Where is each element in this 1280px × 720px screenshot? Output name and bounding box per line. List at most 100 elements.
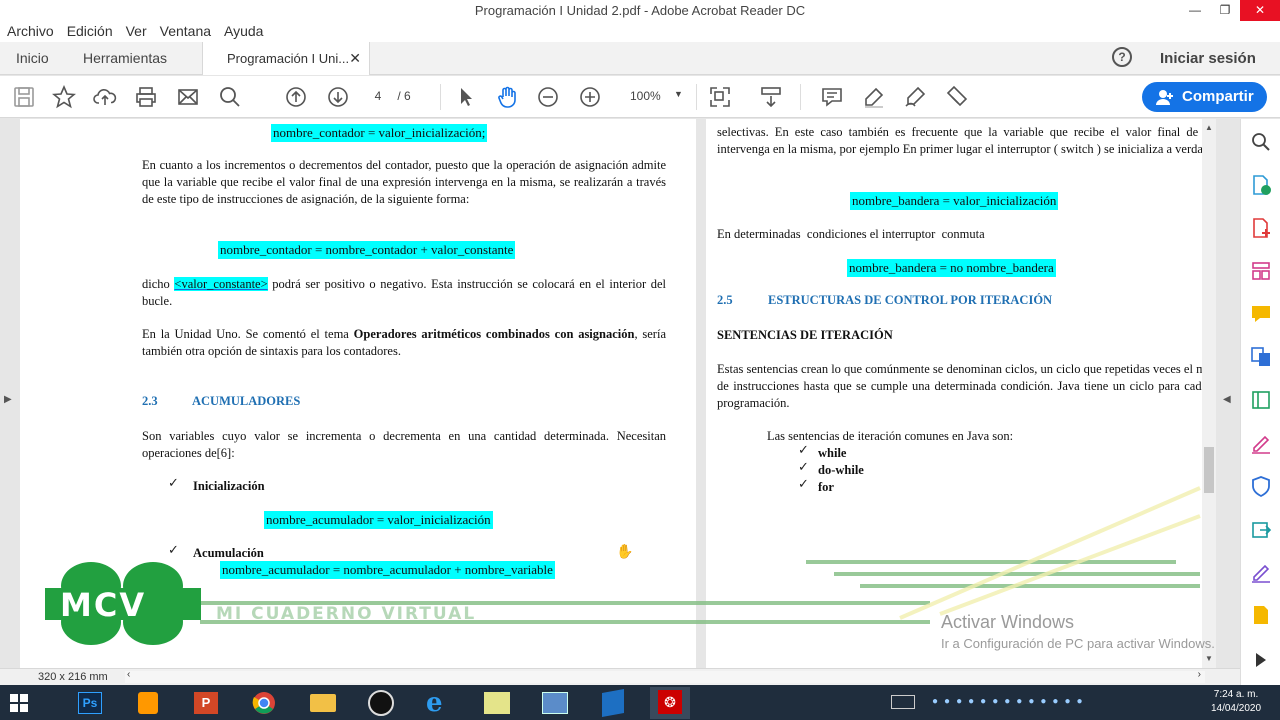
zoom-select[interactable]: 100% ▼ xyxy=(620,89,684,103)
select-cursor-icon[interactable] xyxy=(454,85,478,109)
windows-start-icon[interactable] xyxy=(10,694,28,712)
horizontal-scrollbar[interactable]: ‹ › xyxy=(125,669,1205,683)
file-explorer-icon[interactable] xyxy=(302,688,342,718)
page-up-icon[interactable] xyxy=(284,85,308,109)
tab-document-label: Programación I Uni... xyxy=(227,51,350,66)
upload-cloud-icon[interactable] xyxy=(93,85,117,109)
paragraph: En la Unidad Uno. Se comentó el tema Ope… xyxy=(142,326,666,360)
help-icon[interactable]: ? xyxy=(1112,47,1132,67)
zoom-in-icon[interactable] xyxy=(578,85,602,109)
acrobat-taskbar-icon[interactable]: ❂ xyxy=(650,687,690,719)
zoom-out-icon[interactable] xyxy=(536,85,560,109)
menu-ver[interactable]: Ver xyxy=(119,21,153,39)
list-item: do-while xyxy=(818,463,864,477)
organize-pages-icon[interactable] xyxy=(1250,260,1272,282)
toolbar-divider xyxy=(440,84,441,110)
sign-in-link[interactable]: Iniciar sesión xyxy=(1160,50,1256,67)
protect-shield-icon[interactable] xyxy=(1250,475,1272,497)
page-fit-icon[interactable] xyxy=(708,85,732,109)
menu-edicion[interactable]: Edición xyxy=(60,21,119,39)
share-button[interactable]: Compartir xyxy=(1142,82,1267,112)
email-icon[interactable] xyxy=(176,85,200,109)
bookmark-star-icon[interactable] xyxy=(51,84,77,109)
paragraph: Son variables cuyo valor se incrementa o… xyxy=(142,429,666,460)
save-icon[interactable] xyxy=(12,85,36,109)
taskbar: Ps P e ❂ ●●●●●●●●●●●●● 7:24 a. m. 14/04/… xyxy=(0,685,1280,720)
scroll-mode-icon[interactable] xyxy=(759,85,783,109)
comment-icon[interactable] xyxy=(820,85,844,109)
toolbar: 4 / 6 100% ▼ Compartir xyxy=(0,76,1280,118)
menu-archivo[interactable]: Archivo xyxy=(0,21,60,39)
more-tools-icon[interactable] xyxy=(1250,604,1272,626)
page-down-icon[interactable] xyxy=(326,85,350,109)
create-pdf-icon[interactable] xyxy=(1250,217,1272,239)
scroll-left-icon[interactable]: ‹ xyxy=(127,669,130,680)
menu-ayuda[interactable]: Ayuda xyxy=(217,21,269,39)
fill-sign-tool-icon[interactable] xyxy=(1250,432,1272,454)
powerpoint-icon[interactable]: P xyxy=(186,688,226,718)
hand-tool-icon[interactable] xyxy=(495,85,519,109)
draw-icon[interactable] xyxy=(903,85,927,109)
section-number: 2.5 xyxy=(717,293,733,307)
scroll-right-icon[interactable]: › xyxy=(1198,669,1201,680)
toolbar-divider xyxy=(800,84,801,110)
inline-code: <valor_constante> xyxy=(174,277,268,291)
checkmark-icon: ✓ xyxy=(798,443,809,458)
bold-term: Operadores aritméticos combinados con as… xyxy=(353,327,635,341)
sublime-icon[interactable] xyxy=(128,688,168,718)
search-icon[interactable] xyxy=(218,85,242,109)
tab-home[interactable]: Inicio xyxy=(16,50,49,66)
subheading: SENTENCIAS DE ITERACIÓN xyxy=(717,328,893,342)
paragraph: dicho <valor_constante> podrá ser positi… xyxy=(142,276,666,310)
toolbar-divider xyxy=(696,84,697,110)
paragraph: En cuanto a los incrementos o decremento… xyxy=(142,158,666,206)
fill-sign-icon[interactable] xyxy=(944,85,968,109)
app-round-icon[interactable] xyxy=(360,688,400,718)
menu-ventana[interactable]: Ventana xyxy=(153,21,217,39)
sticky-notes-icon[interactable] xyxy=(476,688,516,718)
paragraph: selectivas. En este caso también es frec… xyxy=(717,125,1202,156)
section-number: 2.3 xyxy=(142,394,158,408)
close-window-button[interactable]: ✕ xyxy=(1240,0,1280,21)
system-tray-icons[interactable]: ●●●●●●●●●●●●● xyxy=(932,696,1089,707)
paragraph-text: dicho xyxy=(142,277,170,291)
tab-document[interactable]: Programación I Uni... ✕ xyxy=(202,42,370,75)
tabs-row: Inicio Herramientas Programación I Uni..… xyxy=(0,42,1280,75)
expand-rail-icon[interactable] xyxy=(1250,649,1272,671)
checkmark-icon: ✓ xyxy=(798,460,809,475)
scroll-up-icon[interactable]: ▲ xyxy=(1205,123,1213,132)
export-pdf-icon[interactable] xyxy=(1250,174,1272,196)
code-line: nombre_contador = valor_inicialización; xyxy=(271,124,488,142)
chevron-down-icon: ▼ xyxy=(674,89,683,99)
activate-windows-subtitle: Ir a Configuración de PC para activar Wi… xyxy=(941,636,1215,651)
clock[interactable]: 7:24 a. m. 14/04/2020 xyxy=(1206,688,1266,716)
comment-tool-icon[interactable] xyxy=(1250,303,1272,325)
section-title: ACUMULADORES xyxy=(192,394,301,408)
internet-explorer-icon[interactable]: e xyxy=(418,688,458,718)
code-line: nombre_bandera = valor_inicialización xyxy=(850,192,1059,210)
close-tab-icon[interactable]: ✕ xyxy=(349,50,361,67)
minimize-button[interactable]: — xyxy=(1180,0,1210,21)
send-for-review-icon[interactable] xyxy=(1250,518,1272,540)
zoom-tool-icon[interactable] xyxy=(1250,131,1272,153)
brand-text: MI CUADERNO VIRTUAL xyxy=(216,604,477,624)
print-icon[interactable] xyxy=(134,85,158,109)
page-number-input[interactable]: 4 xyxy=(370,89,386,103)
remote-desktop-icon[interactable] xyxy=(534,688,574,718)
highlight-pen-icon[interactable] xyxy=(862,85,886,109)
photoshop-icon[interactable]: Ps xyxy=(70,688,110,718)
edit-pdf-icon[interactable] xyxy=(1250,389,1272,411)
left-panel-toggle-icon[interactable]: ▶ xyxy=(4,394,12,405)
virtualbox-icon[interactable] xyxy=(592,688,632,718)
menu-bar: Archivo Edición Ver Ventana Ayuda xyxy=(0,21,1280,42)
page-indicator: 4 / 6 xyxy=(370,89,411,103)
combine-files-icon[interactable] xyxy=(1250,346,1272,368)
paragraph-text: En la Unidad Uno. Se comentó el tema xyxy=(142,327,349,341)
chrome-icon[interactable] xyxy=(244,688,284,718)
right-panel-collapse-icon[interactable]: ◀ xyxy=(1223,394,1231,405)
restore-button[interactable]: ❐ xyxy=(1210,0,1240,21)
status-bar: 320 x 216 mm ‹ › xyxy=(0,668,1240,685)
keyboard-icon[interactable] xyxy=(891,695,915,709)
sign-pen-icon[interactable] xyxy=(1250,561,1272,583)
tab-tools[interactable]: Herramientas xyxy=(83,50,167,66)
